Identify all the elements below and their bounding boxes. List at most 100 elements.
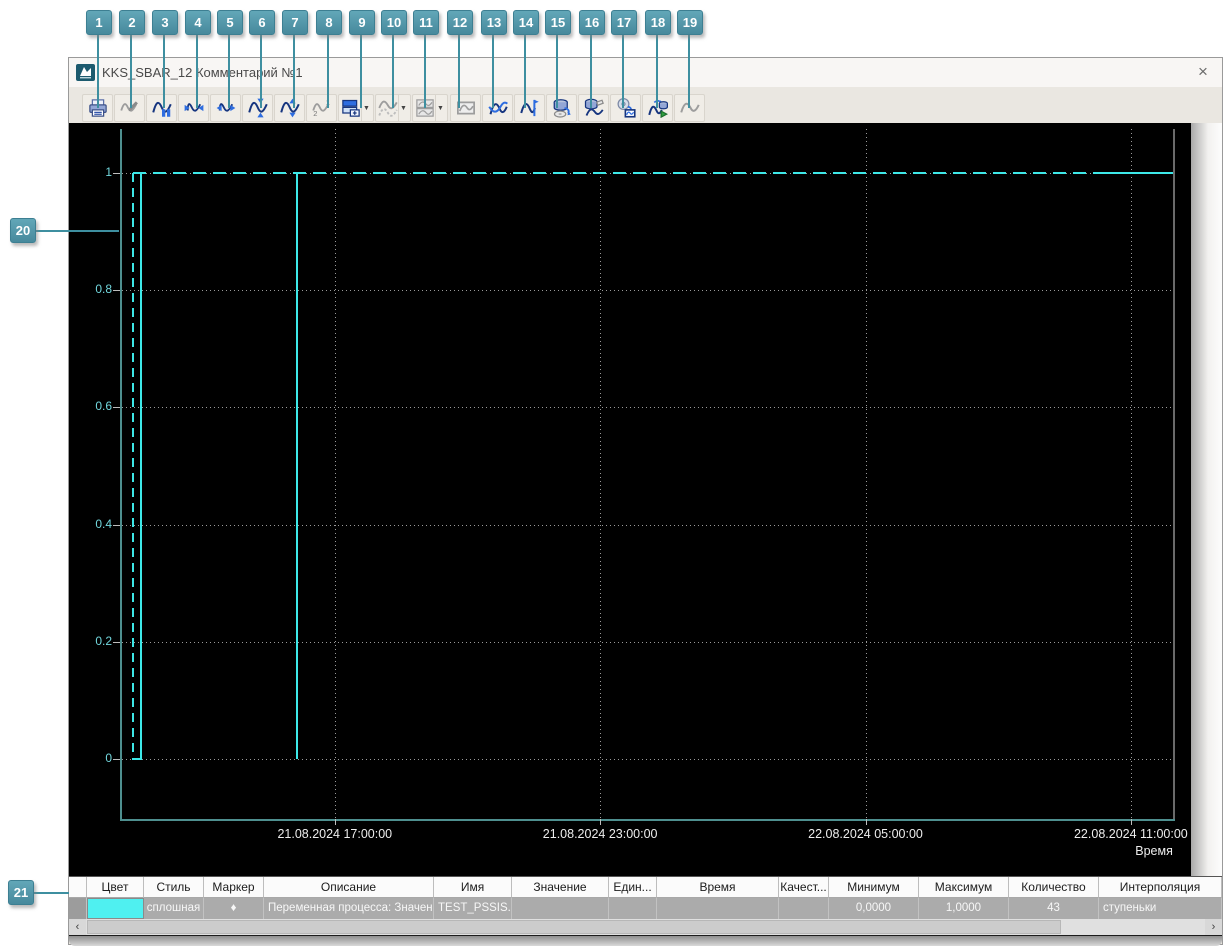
pause-trend-button[interactable]: [146, 94, 177, 122]
column-header-[interactable]: Цвет: [87, 877, 144, 898]
y-tick-label: 0: [105, 751, 112, 765]
export-archive-button[interactable]: [546, 94, 577, 122]
column-header-[interactable]: Имя: [434, 877, 512, 898]
stack-curves-button: ▼: [412, 94, 448, 122]
legend-layout-button[interactable]: ▼: [338, 94, 374, 122]
trend-segment: [139, 173, 142, 759]
chart-area[interactable]: 1 0.8 0.6 0.4 0.2 0 21.08.2024 17:00:00 21.08.2…: [69, 123, 1222, 876]
column-header-[interactable]: Максимум: [919, 877, 1009, 898]
column-header-[interactable]: Время: [657, 877, 779, 898]
expand-time-button[interactable]: [210, 94, 241, 122]
callout-badge-20: 20: [10, 218, 36, 243]
window-title: KKS_SBAR_12 Комментарий №1: [102, 65, 303, 80]
x-tick-label: 22.08.2024 05:00:00: [808, 827, 923, 841]
compress-value-button[interactable]: [242, 94, 273, 122]
callout-line-12: [458, 34, 460, 108]
y-tick-label: 0.2: [95, 633, 112, 648]
compare-curves-button[interactable]: [482, 94, 513, 122]
callout-line-11: [424, 34, 426, 108]
callout-badge-15: 15: [545, 10, 571, 35]
table-cell: [779, 898, 829, 919]
h-gridline: [122, 524, 1173, 526]
table-cell: 1,0000: [919, 898, 1009, 919]
dropdown-arrow-icon[interactable]: ▼: [398, 95, 408, 121]
marker-line-button[interactable]: [514, 94, 545, 122]
disk-to-chart-button[interactable]: [610, 94, 641, 122]
expand-value-button[interactable]: [274, 94, 305, 122]
dropdown-arrow-icon[interactable]: ▼: [361, 95, 371, 121]
column-header-selector[interactable]: [69, 877, 87, 898]
compare-curves-icon: [487, 98, 508, 118]
y-tick: [113, 759, 120, 760]
svg-text:2: 2: [313, 109, 317, 118]
plot-right-frame: [1173, 129, 1175, 819]
y-tick-label: 0.4: [95, 516, 112, 531]
db-curve-icon: [584, 98, 604, 118]
callout-line-7: [293, 34, 295, 108]
trend-segment: [296, 173, 298, 759]
callout-line-13: [492, 34, 494, 108]
column-header-[interactable]: Минимум: [829, 877, 919, 898]
scroll-left-button[interactable]: ‹: [69, 919, 86, 935]
table-cell: ступеньки: [1099, 898, 1222, 919]
compress-time-button[interactable]: [178, 94, 209, 122]
callout-badge-7: 7: [282, 10, 308, 35]
callout-badge-1: 1: [86, 10, 112, 35]
callout-line-21: [33, 892, 69, 894]
column-header-[interactable]: Значение: [512, 877, 609, 898]
disk-chart-icon: [616, 98, 636, 118]
color-swatch: [87, 898, 144, 919]
scroll-right-button[interactable]: ›: [1205, 919, 1222, 935]
column-header-[interactable]: Стиль: [144, 877, 204, 898]
h-gridline: [122, 407, 1173, 409]
table-cell: Переменная процесса: Значение да...: [264, 898, 434, 919]
trend-segment: [131, 758, 143, 760]
callout-line-8: [327, 34, 329, 108]
overlay-curves-icon: [378, 98, 398, 118]
callout-badge-3: 3: [152, 10, 178, 35]
callout-badge-16: 16: [579, 10, 605, 35]
callout-line-20: [35, 230, 119, 232]
callout-badge-12: 12: [447, 10, 473, 35]
callout-line-3: [163, 34, 165, 108]
scrollbar-thumb[interactable]: [87, 920, 1061, 934]
callout-line-9: [360, 34, 362, 108]
column-header-[interactable]: Описание: [264, 877, 434, 898]
compress-time-icon: [184, 98, 204, 118]
callout-line-17: [622, 34, 624, 108]
callout-badge-17: 17: [611, 10, 637, 35]
v-gridline: [865, 129, 867, 819]
h-gridline: [122, 290, 1173, 292]
callout-line-6: [260, 34, 262, 108]
pause-curve-icon: [151, 98, 172, 118]
h-gridline: [122, 759, 1173, 760]
window-bottom-edge: [69, 935, 1222, 946]
y-tick: [113, 407, 120, 409]
x-tick: [865, 819, 867, 825]
title-bar: KKS_SBAR_12 Комментарий №1 ×: [69, 58, 1222, 88]
column-header-[interactable]: Маркер: [204, 877, 264, 898]
callout-line-15: [556, 34, 558, 108]
callout-line-1: [97, 34, 99, 108]
y-tick-label: 0.8: [95, 282, 112, 297]
dropdown-arrow-icon[interactable]: ▼: [435, 95, 445, 121]
table-cell: TEST_PSSIS...: [434, 898, 512, 919]
x-tick-label: 21.08.2024 23:00:00: [542, 827, 658, 841]
column-header-[interactable]: Интерполяция: [1099, 877, 1222, 898]
x-axis-line: [120, 819, 1175, 821]
horizontal-scrollbar[interactable]: ‹ ›: [69, 919, 1222, 935]
column-header-[interactable]: Количество: [1009, 877, 1099, 898]
callout-badge-8: 8: [316, 10, 342, 35]
callout-badge-10: 10: [381, 10, 407, 35]
x-axis-name: Время: [1135, 844, 1173, 858]
close-button[interactable]: ×: [1192, 61, 1214, 83]
callout-badge-14: 14: [513, 10, 539, 35]
expand-time-icon: [216, 98, 236, 118]
column-header-[interactable]: Един...: [609, 877, 657, 898]
erase-archive-button[interactable]: [578, 94, 609, 122]
annotated-screenshot: 1 2 3 4 5 6 7 8 9 10 11 12 13 14 15 16 17 18 19 20 21 KKS_SB…: [0, 0, 1232, 950]
table-row[interactable]: сплошная♦Переменная процесса: Значение д…: [69, 898, 1222, 919]
v-gridline: [334, 129, 336, 819]
column-header-[interactable]: Качест...: [779, 877, 829, 898]
single-frame-button: [450, 94, 481, 122]
